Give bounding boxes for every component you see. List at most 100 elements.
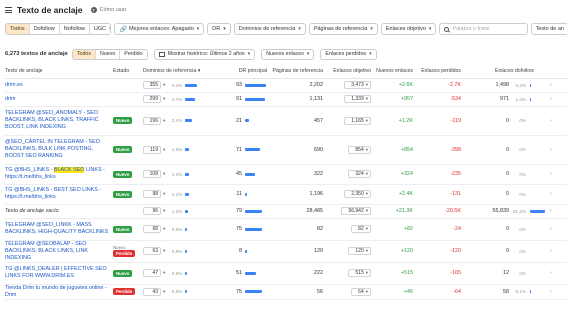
status-tab-new[interactable]: Nuevo (95, 49, 121, 59)
anchor-link[interactable]: Tienda Drim tu mundo de juguetes online … (5, 285, 113, 299)
ref-pages-value[interactable]: 2,202 (310, 82, 324, 88)
target-links-dropdown[interactable]: Enlaces objetivo ▾ (380, 23, 437, 35)
new-links-value[interactable]: +2.4K (399, 191, 413, 197)
chevron-down-icon[interactable]: ▾ (163, 270, 165, 276)
chevron-right-icon[interactable]: › (550, 208, 552, 214)
ref-pages-value[interactable]: 322 (314, 171, 323, 177)
history-dropdown[interactable]: Mostrar histórico: Últimos 2 años ▾ (153, 48, 256, 60)
ref-pages-value[interactable]: 56 (317, 289, 323, 295)
search-input[interactable]: Palabra o frase (439, 23, 528, 35)
col-status[interactable]: Estado (113, 65, 143, 79)
ref-domains-value[interactable]: 196 (143, 116, 161, 125)
col-ref-domains[interactable]: Dominios de referencia ▾ (143, 65, 227, 79)
target-links-value[interactable]: 324 ▾ (348, 170, 371, 178)
chevron-right-icon[interactable]: › (550, 270, 552, 276)
lost-links-dropdown[interactable]: Enlaces perdidos ▾ (320, 48, 377, 60)
ref-domains-value[interactable]: 119 (143, 145, 161, 154)
target-links-value[interactable]: 854 ▾ (348, 145, 371, 154)
target-links-value[interactable]: 515 ▾ (348, 269, 371, 277)
target-links-value[interactable]: 1,339 ▾ (344, 95, 371, 103)
help-link[interactable]: ? Cómo usar (90, 7, 126, 13)
dr-dropdown[interactable]: DR ▾ (207, 23, 231, 35)
ref-domains-value[interactable]: 63 (143, 247, 161, 255)
target-links-value[interactable]: 64 ▾ (351, 287, 371, 296)
chevron-right-icon[interactable]: › (550, 82, 552, 88)
col-ref-pages[interactable]: Páginas de referencia (271, 65, 327, 79)
lost-links-value[interactable]: -2.7K (448, 82, 461, 88)
anchor-link[interactable]: TG @LINKS_DEALER | EFFECTIVE SEO LINKS F… (5, 266, 113, 280)
col-dofollow[interactable]: Enlaces dofollow (465, 65, 567, 79)
chevron-right-icon[interactable]: › (550, 191, 552, 197)
new-links-value[interactable]: +21.3K (396, 208, 413, 214)
new-links-value[interactable]: +1.2K (399, 118, 413, 124)
chevron-down-icon[interactable]: ▾ (163, 147, 165, 153)
chevron-down-icon[interactable]: ▾ (163, 82, 165, 88)
lost-links-value[interactable]: -165 (450, 270, 461, 276)
chevron-down-icon[interactable]: ▾ (163, 248, 165, 254)
ref-domains-value[interactable]: 355 (143, 81, 161, 89)
col-lost-links[interactable]: Enlaces perdidos (417, 65, 465, 79)
target-links-value[interactable]: 3,473 ▾ (344, 81, 371, 89)
chevron-down-icon[interactable]: ▾ (163, 289, 165, 295)
ref-pages-value[interactable]: 120 (314, 248, 323, 254)
anchor-link[interactable]: drim.es (5, 82, 113, 89)
chevron-down-icon[interactable]: ▾ (163, 191, 165, 197)
target-links-value[interactable]: 2,350 ▾ (344, 190, 371, 198)
ref-pages-value[interactable]: 457 (314, 118, 323, 124)
chevron-right-icon[interactable]: › (550, 248, 552, 254)
ref-domains-value[interactable]: 108 (143, 170, 161, 178)
anchor-link[interactable]: Texto de anclaje vacío (5, 208, 113, 215)
ref-pages-value[interactable]: 1,131 (310, 96, 324, 102)
new-links-value[interactable]: +957 (401, 96, 413, 102)
lost-links-value[interactable]: -534 (450, 96, 461, 102)
chevron-down-icon[interactable]: ▾ (163, 171, 165, 177)
ref-domains-value[interactable]: 68 (143, 225, 161, 233)
lost-links-value[interactable]: -20.5K (445, 208, 461, 214)
lost-links-value[interactable]: -64 (453, 289, 461, 295)
chevron-right-icon[interactable]: › (550, 226, 552, 232)
col-dr[interactable]: DR principal (227, 65, 271, 79)
chevron-right-icon[interactable]: › (550, 289, 552, 295)
anchor-link[interactable]: @SEO_CARTEL IN TELEGRAM - SEO BACKLINKS,… (5, 139, 113, 160)
new-links-value[interactable]: +324 (401, 171, 413, 177)
new-links-value[interactable]: +515 (401, 270, 413, 276)
chevron-right-icon[interactable]: › (550, 96, 552, 102)
chevron-down-icon[interactable]: ▾ (163, 208, 165, 214)
new-links-value[interactable]: +82 (404, 226, 413, 232)
target-links-value[interactable]: 56,942 ▾ (341, 207, 371, 215)
ref-pages-value[interactable]: 222 (314, 270, 323, 276)
anchor-text-dropdown[interactable]: Texto de an (530, 23, 567, 35)
ref-domains-value[interactable]: 43 (143, 287, 161, 296)
ref-domains-value[interactable]: 47 (143, 269, 161, 277)
anchor-link[interactable]: TELEGRAM @SEO_ANOMALY - SEO BACKLINKS, B… (5, 110, 113, 131)
tab-nofollow[interactable]: Nofollow (59, 24, 90, 34)
ref-pages-dropdown[interactable]: Páginas de referencia ▾ (308, 23, 378, 35)
ref-domains-value[interactable]: 299 (143, 95, 161, 103)
chevron-right-icon[interactable]: › (550, 147, 552, 153)
target-links-value[interactable]: 1,165 ▾ (344, 116, 371, 125)
chevron-down-icon[interactable]: ▾ (163, 226, 165, 232)
anchor-link[interactable]: TELEGRAM @SEOBALAP - SEO BACKLINKS, BLAC… (5, 241, 113, 262)
tab-all[interactable]: Todos (6, 24, 30, 34)
chevron-down-icon[interactable]: ▾ (163, 118, 165, 124)
lost-links-value[interactable]: -119 (451, 118, 461, 124)
target-links-value[interactable]: 82 ▾ (351, 225, 371, 233)
status-tab-all[interactable]: Todos (72, 49, 96, 59)
lost-links-value[interactable]: -120 (450, 248, 461, 254)
new-links-dropdown[interactable]: Nuevos enlaces ▾ (261, 48, 315, 60)
best-links-dropdown[interactable]: 🔗 Mejores enlaces: Apagado ▾ (114, 23, 205, 35)
ref-pages-value[interactable]: 28,485 (307, 208, 324, 214)
new-links-value[interactable]: +2.6K (399, 82, 413, 88)
target-links-value[interactable]: 120 ▾ (348, 247, 371, 255)
tab-dofollow[interactable]: Dofollow (29, 24, 60, 34)
new-links-value[interactable]: +120 (401, 248, 413, 254)
chevron-down-icon[interactable]: ▾ (163, 96, 165, 102)
hamburger-icon[interactable] (5, 7, 12, 13)
new-links-value[interactable]: +854 (401, 147, 413, 153)
ref-pages-value[interactable]: 82 (317, 226, 323, 232)
lost-links-value[interactable]: -235 (450, 171, 461, 177)
col-target-links[interactable]: Enlaces objetivo (327, 65, 375, 79)
ref-domains-dropdown[interactable]: Dominios de referencia ▾ (233, 23, 306, 35)
lost-links-value[interactable]: -398 (450, 147, 461, 153)
lost-links-value[interactable]: -24 (453, 226, 461, 232)
